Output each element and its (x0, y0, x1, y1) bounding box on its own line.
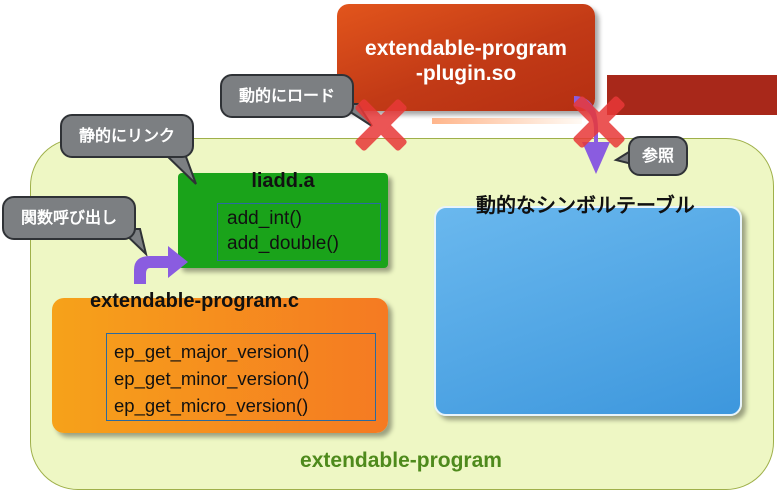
cross-icon (573, 96, 625, 148)
callout-static-link: 静的にリンク (60, 114, 194, 158)
diagram-overlay (117, 96, 633, 284)
cross-icon (355, 99, 407, 151)
callout-tail-static-link (162, 153, 197, 185)
callout-reference: 参照 (628, 136, 688, 176)
callout-dynamic-load: 動的にロード (220, 74, 354, 118)
function-call-arrow (134, 246, 188, 284)
callout-function-call: 関数呼び出し (2, 196, 136, 240)
